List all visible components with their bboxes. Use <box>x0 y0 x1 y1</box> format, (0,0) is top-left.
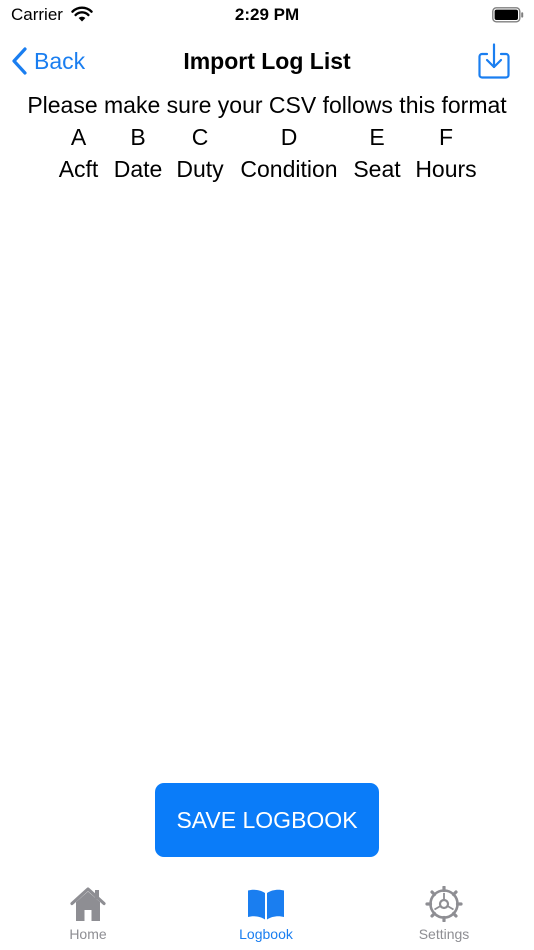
tab-home-label: Home <box>69 926 107 942</box>
column-letters-row: A B C D E F <box>0 124 534 152</box>
gear-icon <box>425 886 463 922</box>
clock: 2:29 PM <box>234 5 300 24</box>
page-title: Import Log List <box>183 48 351 74</box>
tab-logbook[interactable]: Logbook <box>206 886 326 942</box>
column-name-hours: Hours <box>415 156 477 182</box>
column-letter-b: B <box>130 124 146 150</box>
column-name-duty: Duty <box>176 156 224 182</box>
column-letter-e: E <box>369 124 385 150</box>
save-logbook-button[interactable]: SAVE LOGBOOK <box>155 783 379 857</box>
tab-settings[interactable]: Settings <box>384 886 504 942</box>
house-icon <box>70 887 106 921</box>
battery-icon <box>492 7 524 23</box>
import-icon[interactable] <box>476 42 512 80</box>
column-letter-f: F <box>438 124 454 150</box>
column-letter-a: A <box>70 124 87 150</box>
format-instructions: Please make sure your CSV follows this f… <box>27 92 507 118</box>
book-icon <box>248 889 284 920</box>
status-bar: Carrier 2:29 PM <box>0 0 534 30</box>
column-letter-c: C <box>191 124 209 150</box>
column-names-row: Acft Date Duty Condition Seat Hours <box>0 156 534 184</box>
tab-home[interactable]: Home <box>28 886 148 942</box>
column-name-acft: Acft <box>58 156 99 182</box>
navigation-bar: Back Import Log List <box>0 36 534 86</box>
column-letter-d: D <box>280 124 298 150</box>
tab-logbook-label: Logbook <box>239 926 293 942</box>
tab-bar: Home Logbook Settings <box>0 880 534 950</box>
column-name-condition: Condition <box>240 156 338 182</box>
column-name-date: Date <box>113 156 163 182</box>
column-name-seat: Seat <box>353 156 401 182</box>
tab-settings-label: Settings <box>418 926 470 942</box>
